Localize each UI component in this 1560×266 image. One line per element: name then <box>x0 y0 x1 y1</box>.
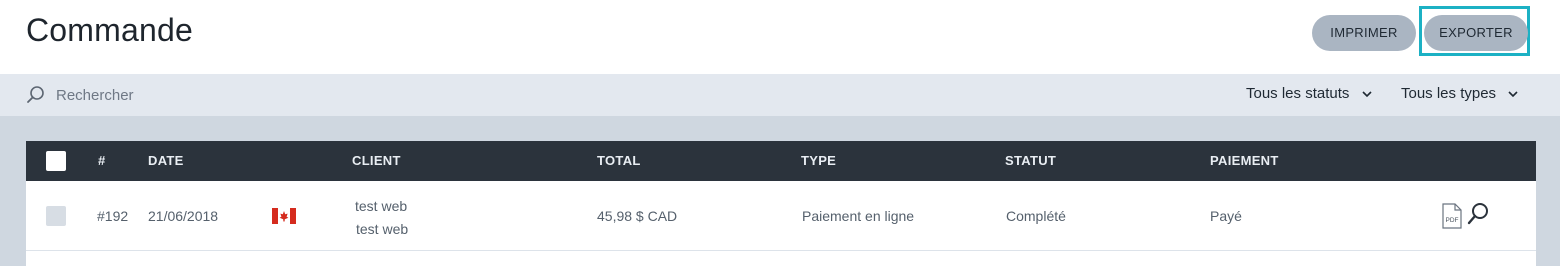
row-checkbox[interactable] <box>46 206 66 226</box>
select-all-checkbox[interactable] <box>46 151 66 171</box>
page-header: Commande IMPRIMER EXPORTER <box>0 0 1560 74</box>
column-header-status[interactable]: STATUT <box>1005 153 1056 168</box>
print-button[interactable]: IMPRIMER <box>1312 15 1416 51</box>
pdf-icon[interactable]: PDF <box>1442 203 1462 229</box>
order-number: #192 <box>97 208 129 224</box>
search-icon <box>27 86 44 103</box>
column-header-total[interactable]: TOTAL <box>597 153 641 168</box>
order-date: 21/06/2018 <box>148 208 219 224</box>
canada-flag-icon <box>272 208 296 224</box>
payment-status: Payé <box>1210 208 1242 224</box>
column-header-type[interactable]: TYPE <box>801 153 836 168</box>
chevron-down-icon <box>1361 90 1372 97</box>
magnifier-icon[interactable] <box>1466 202 1490 226</box>
status-filter-dropdown[interactable]: Tous les statuts <box>1246 85 1372 102</box>
search-bar: Tous les statuts Tous les types <box>0 74 1560 116</box>
order-type: Paiement en ligne <box>802 208 915 224</box>
order-total: 45,98 $ CAD <box>597 208 678 224</box>
page-title: Commande <box>26 12 194 48</box>
table-header: # DATE CLIENT TOTAL TYPE STATUT PAIEMENT <box>26 141 1536 181</box>
table-row[interactable]: #192 21/06/2018 test web test web 45,98 … <box>26 182 1536 251</box>
search-input[interactable] <box>56 83 356 107</box>
column-header-date[interactable]: DATE <box>148 153 184 168</box>
pdf-icon-label: PDF <box>1446 217 1459 224</box>
client-name: test web <box>355 198 408 214</box>
type-filter-dropdown[interactable]: Tous les types <box>1401 85 1518 102</box>
column-header-number[interactable]: # <box>98 153 106 168</box>
orders-table: # DATE CLIENT TOTAL TYPE STATUT PAIEMENT… <box>26 141 1536 266</box>
status-filter-label: Tous les statuts <box>1246 85 1350 102</box>
order-status: Complété <box>1006 208 1066 224</box>
export-button[interactable]: EXPORTER <box>1424 15 1528 51</box>
type-filter-label: Tous les types <box>1401 85 1497 102</box>
chevron-down-icon <box>1508 90 1518 97</box>
column-header-client[interactable]: CLIENT <box>352 153 401 168</box>
column-header-payment[interactable]: PAIEMENT <box>1210 153 1279 168</box>
client-company: test web <box>356 221 409 237</box>
